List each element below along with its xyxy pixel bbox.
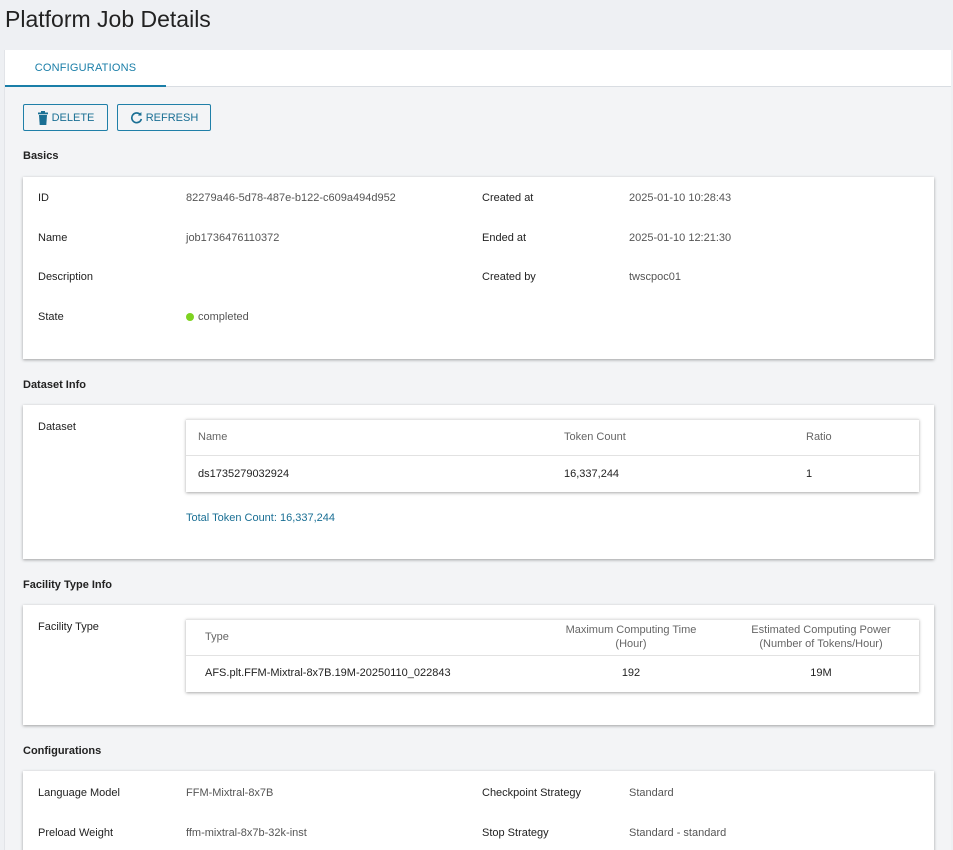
facility-type-label: Facility Type: [38, 621, 99, 633]
dataset-card: Dataset Name Token Count Ratio ds1735279…: [23, 405, 934, 559]
status-dot-icon: [186, 313, 194, 321]
total-token-count: Total Token Count: 16,337,244: [186, 512, 336, 524]
page-title: Platform Job Details: [5, 6, 211, 32]
refresh-button[interactable]: REFRESH: [117, 104, 211, 131]
power-header-line2: (Number of Tokens/Hour): [759, 638, 883, 650]
facility-col-type: Type: [205, 631, 229, 643]
basics-card: ID 82279a46-5d78-487e-b122-c609a494d952 …: [23, 177, 934, 359]
checkpoint-strategy-value: Standard: [629, 787, 674, 799]
dataset-col-ratio: Ratio: [806, 431, 832, 443]
language-model-value: FFM-Mixtral-8x7B: [186, 787, 274, 799]
max-time-header-line1: Maximum Computing Time: [565, 624, 697, 636]
stop-strategy-value: Standard - standard: [629, 827, 727, 839]
ended-at-label: Ended at: [482, 232, 527, 244]
dataset-col-name: Name: [198, 431, 228, 443]
facility-cell-max-time: 192: [621, 667, 641, 679]
preload-weight-value: ffm-mixtral-8x7b-32k-inst: [186, 827, 307, 839]
description-label: Description: [38, 271, 94, 283]
refresh-icon: [130, 112, 142, 124]
configurations-card: Language Model FFM-Mixtral-8x7B Preload …: [23, 771, 934, 850]
trash-icon: [37, 110, 48, 125]
tab-bar: CONFIGURATIONS: [5, 50, 951, 87]
facility-card: Facility Type Type Maximum Computing Tim…: [23, 605, 934, 725]
language-model-label: Language Model: [38, 787, 120, 799]
dataset-cell-name: ds1735279032924: [198, 468, 290, 480]
name-value: job1736476110372: [186, 232, 280, 244]
job-details-panel: CONFIGURATIONS DELETE REFRESH Basics ID …: [4, 50, 951, 850]
created-by-label: Created by: [482, 271, 536, 283]
basics-section-title: Basics: [23, 150, 59, 162]
name-label: Name: [38, 232, 68, 244]
configurations-section-title: Configurations: [23, 745, 102, 757]
tab-configurations[interactable]: CONFIGURATIONS: [5, 50, 166, 87]
dataset-table: Name Token Count Ratio ds1735279032924 1…: [186, 419, 919, 492]
facility-cell-power: 19M: [810, 667, 832, 679]
divider: [186, 455, 919, 456]
id-label: ID: [38, 192, 49, 204]
refresh-button-label: REFRESH: [145, 111, 199, 124]
divider: [186, 655, 919, 656]
state-text: completed: [198, 311, 249, 323]
facility-section-title: Facility Type Info: [23, 579, 113, 591]
created-at-label: Created at: [482, 192, 534, 204]
dataset-cell-ratio: 1: [806, 468, 813, 480]
dataset-col-token-count: Token Count: [564, 431, 626, 443]
dataset-cell-token-count: 16,337,244: [564, 468, 620, 480]
delete-button[interactable]: DELETE: [23, 104, 108, 131]
facility-cell-type: AFS.plt.FFM-Mixtral-8x7B.19M-20250110_02…: [205, 667, 451, 679]
facility-col-power: Estimated Computing Power (Number of Tok…: [716, 623, 926, 651]
power-header-line1: Estimated Computing Power: [751, 624, 891, 636]
preload-weight-label: Preload Weight: [38, 827, 114, 839]
ended-at-value: 2025-01-10 12:21:30: [629, 232, 732, 244]
checkpoint-strategy-label: Checkpoint Strategy: [482, 787, 582, 799]
id-value: 82279a46-5d78-487e-b122-c609a494d952: [186, 192, 396, 204]
created-by-value: twscpoc01: [629, 271, 681, 283]
created-at-value: 2025-01-10 10:28:43: [629, 192, 732, 204]
max-time-header-line2: (Hour): [615, 638, 647, 650]
delete-button-label: DELETE: [51, 111, 95, 124]
facility-table: Type Maximum Computing Time (Hour) Estim…: [186, 619, 919, 692]
dataset-section-title: Dataset Info: [23, 379, 86, 391]
facility-col-max-time: Maximum Computing Time (Hour): [526, 623, 736, 651]
state-label: State: [38, 311, 64, 323]
state-value: completed: [186, 311, 249, 323]
dataset-label: Dataset: [38, 421, 76, 433]
stop-strategy-label: Stop Strategy: [482, 827, 549, 839]
